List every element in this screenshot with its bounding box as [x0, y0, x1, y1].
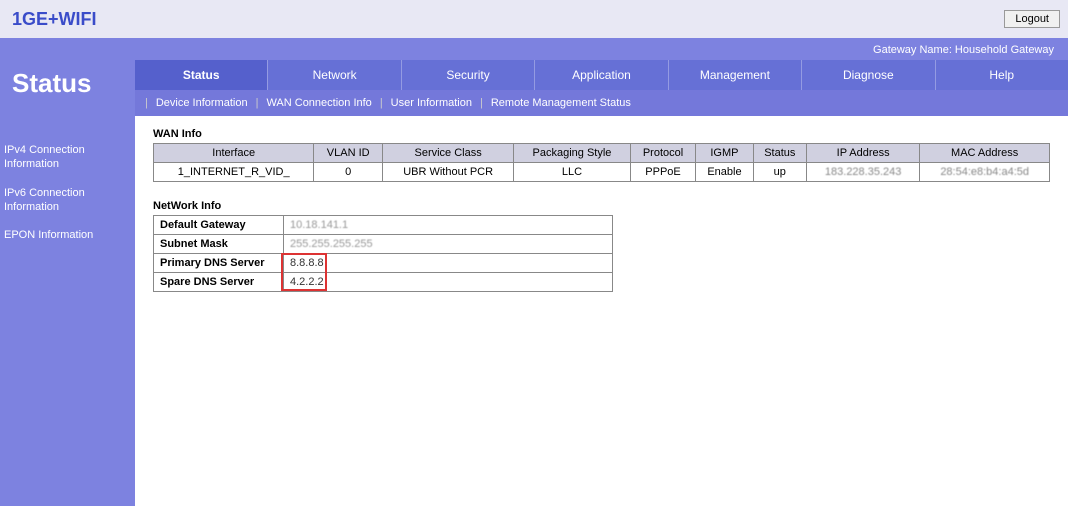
separator: | [480, 97, 483, 109]
separator: | [145, 97, 148, 109]
subtab-row: | Device Information | WAN Connection In… [135, 90, 1068, 116]
page-title: Status [0, 60, 135, 111]
content-body: WAN Info Interface VLAN ID Service Class… [135, 116, 1068, 506]
separator: | [256, 97, 259, 109]
net-val-spare-dns: 4.2.2.2 [290, 276, 324, 288]
wan-td-ip: 183.228.35.243 [806, 163, 919, 182]
wan-th-vlan: VLAN ID [314, 144, 383, 163]
wan-td-packaging: LLC [514, 163, 631, 182]
network-info-title: NetWork Info [153, 200, 1050, 212]
wan-th-service: Service Class [383, 144, 514, 163]
wan-th-igmp: IGMP [696, 144, 753, 163]
gateway-name: Gateway Name: Household Gateway [0, 38, 1068, 60]
wan-th-interface: Interface [154, 144, 314, 163]
net-val-gateway: 10.18.141.1 [290, 219, 348, 231]
tab-security[interactable]: Security [401, 60, 534, 90]
net-label-subnet: Subnet Mask [154, 235, 284, 254]
wan-td-status: up [753, 163, 806, 182]
network-table: Default Gateway 10.18.141.1 Subnet Mask … [153, 215, 613, 292]
separator: | [380, 97, 383, 109]
sidebar-item-ipv6[interactable]: IPv6 Connection Information [0, 182, 135, 225]
wan-td-service: UBR Without PCR [383, 163, 514, 182]
top-bar: 1GE+WIFI Logout [0, 0, 1068, 38]
tab-diagnose[interactable]: Diagnose [801, 60, 934, 90]
wan-info-title: WAN Info [153, 128, 1050, 140]
brand: 1GE+WIFI [12, 9, 97, 30]
subtab-user-info[interactable]: User Information [387, 97, 476, 109]
sidebar: Status IPv4 Connection Information IPv6 … [0, 60, 135, 506]
net-label-primary-dns: Primary DNS Server [154, 254, 284, 273]
tab-help[interactable]: Help [935, 60, 1068, 90]
net-label-gateway: Default Gateway [154, 216, 284, 235]
wan-table: Interface VLAN ID Service Class Packagin… [153, 143, 1050, 182]
tab-status[interactable]: Status [135, 60, 267, 90]
tab-row: Status Network Security Application Mana… [135, 60, 1068, 90]
tab-management[interactable]: Management [668, 60, 801, 90]
tab-application[interactable]: Application [534, 60, 667, 90]
wan-th-ip: IP Address [806, 144, 919, 163]
wan-th-protocol: Protocol [630, 144, 695, 163]
logout-button[interactable]: Logout [1004, 10, 1060, 28]
wan-td-igmp: Enable [696, 163, 753, 182]
wan-data-row: 1_INTERNET_R_VID_ 0 UBR Without PCR LLC … [154, 163, 1050, 182]
subtab-device-info[interactable]: Device Information [152, 97, 252, 109]
subtab-remote-mgmt[interactable]: Remote Management Status [487, 97, 635, 109]
net-val-subnet: 255.255.255.255 [290, 238, 373, 250]
tab-network[interactable]: Network [267, 60, 400, 90]
wan-td-protocol: PPPoE [630, 163, 695, 182]
wan-td-interface: 1_INTERNET_R_VID_ [154, 163, 314, 182]
net-label-spare-dns: Spare DNS Server [154, 273, 284, 292]
wan-td-mac: 28:54:e8:b4:a4:5d [920, 163, 1050, 182]
subtab-wan-conn[interactable]: WAN Connection Info [262, 97, 375, 109]
net-val-primary-dns: 8.8.8.8 [290, 257, 324, 269]
sidebar-item-epon[interactable]: EPON Information [0, 224, 135, 252]
wan-header-row: Interface VLAN ID Service Class Packagin… [154, 144, 1050, 163]
wan-td-vlan: 0 [314, 163, 383, 182]
wan-th-mac: MAC Address [920, 144, 1050, 163]
sidebar-item-ipv4[interactable]: IPv4 Connection Information [0, 139, 135, 182]
wan-th-packaging: Packaging Style [514, 144, 631, 163]
wan-th-status: Status [753, 144, 806, 163]
